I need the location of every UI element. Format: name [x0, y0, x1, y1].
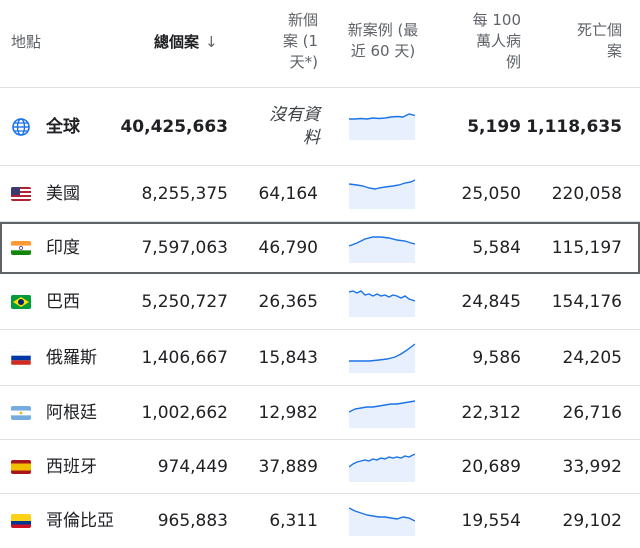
header-new-cases[interactable]: 新個 案 (1 天*) [248, 10, 318, 73]
header-deaths-line2: 案 [606, 42, 622, 60]
country-name: 阿根廷 [46, 403, 97, 423]
global-new-cases: 沒有資 料 [269, 104, 320, 150]
total-cases: 1,002,662 [141, 403, 228, 423]
country-row-spain[interactable]: 西班牙 974,449 37,889 20,689 33,992 [0, 440, 640, 494]
header-new-cases-line3: 天*) [289, 53, 318, 71]
global-row[interactable]: 全球 40,425,663 沒有資 料 5,199 1,118,635 [0, 88, 640, 166]
header-total-cases-label: 總個案 [154, 33, 200, 51]
total-cases: 1,406,667 [141, 348, 228, 368]
total-cases: 974,449 [157, 457, 228, 477]
cases-per-million: 25,050 [461, 184, 521, 204]
argentina-flag-icon [11, 406, 31, 420]
new-cases: 46,790 [258, 238, 318, 258]
deaths: 115,197 [551, 238, 622, 258]
trend-sparkline [349, 400, 415, 428]
cases-per-million: 5,584 [472, 238, 521, 258]
header-trend[interactable]: 新案例 (最 近 60 天) [340, 20, 426, 62]
trend-sparkline [349, 290, 415, 317]
cases-per-million: 19,554 [461, 511, 521, 531]
country-name: 巴西 [46, 292, 80, 312]
header-new-cases-line2: 案 (1 [282, 32, 318, 50]
trend-sparkline [349, 507, 415, 536]
globe-icon [12, 118, 30, 136]
trend-sparkline [349, 453, 415, 482]
cases-per-million: 22,312 [461, 403, 521, 423]
colombia-flag-icon [11, 514, 31, 528]
new-cases: 12,982 [258, 403, 318, 423]
global-total: 40,425,663 [120, 117, 228, 137]
brazil-flag-icon [11, 295, 31, 309]
header-per-million[interactable]: 每 100 萬人病 例 [451, 10, 521, 73]
total-cases: 8,255,375 [141, 184, 228, 204]
header-total-cases[interactable]: 總個案 ↓ [154, 32, 218, 53]
country-row-brazil[interactable]: 巴西 5,250,727 26,365 24,845 154,176 [0, 274, 640, 330]
total-cases: 7,597,063 [141, 238, 228, 258]
country-row-india[interactable]: 印度 7,597,063 46,790 5,584 115,197 [0, 222, 640, 274]
country-row-argentina[interactable]: 阿根廷 1,002,662 12,982 22,312 26,716 [0, 386, 640, 440]
global-per-million: 5,199 [467, 117, 521, 137]
country-name: 美國 [46, 184, 80, 204]
total-cases: 965,883 [157, 511, 228, 531]
new-cases: 6,311 [269, 511, 318, 531]
global-trend-sparkline [349, 113, 415, 140]
country-name: 俄羅斯 [46, 348, 97, 368]
spain-flag-icon [11, 460, 31, 474]
trend-sparkline [349, 179, 415, 209]
new-cases: 64,164 [258, 184, 318, 204]
header-per-million-line3: 例 [505, 53, 521, 71]
deaths: 220,058 [551, 184, 622, 204]
deaths: 24,205 [562, 348, 622, 368]
cases-per-million: 24,845 [461, 292, 521, 312]
new-cases: 15,843 [258, 348, 318, 368]
covid-stats-table: 地點 總個案 ↓ 新個 案 (1 天*) 新案例 (最 近 60 天) 每 100… [0, 0, 640, 548]
global-name: 全球 [46, 117, 80, 137]
country-name: 印度 [46, 238, 80, 258]
cases-per-million: 9,586 [472, 348, 521, 368]
header-trend-line1: 新案例 (最 [347, 21, 419, 39]
country-row-colombia[interactable]: 哥倫比亞 965,883 6,311 19,554 29,102 [0, 494, 640, 548]
india-flag-icon [11, 241, 31, 255]
trend-sparkline [349, 343, 415, 373]
sort-down-icon: ↓ [205, 33, 218, 51]
new-cases: 26,365 [258, 292, 318, 312]
header-trend-line2: 近 60 天) [350, 42, 416, 60]
total-cases: 5,250,727 [141, 292, 228, 312]
table-header: 地點 總個案 ↓ 新個 案 (1 天*) 新案例 (最 近 60 天) 每 100… [0, 0, 640, 88]
header-new-cases-line1: 新個 [287, 11, 318, 29]
deaths: 33,992 [562, 457, 622, 477]
header-deaths-line1: 死亡個 [576, 21, 622, 39]
deaths: 154,176 [551, 292, 622, 312]
header-deaths[interactable]: 死亡個 案 [552, 20, 622, 62]
russia-flag-icon [11, 351, 31, 365]
header-per-million-line2: 萬人病 [475, 32, 521, 50]
global-new-nodata-line2: 料 [303, 128, 320, 148]
header-per-million-line1: 每 100 [472, 11, 521, 29]
header-location[interactable]: 地點 [11, 32, 41, 53]
global-new-nodata-line1: 沒有資 [269, 105, 320, 125]
global-deaths: 1,118,635 [526, 117, 622, 137]
country-name: 西班牙 [46, 457, 97, 477]
country-row-russia[interactable]: 俄羅斯 1,406,667 15,843 9,586 24,205 [0, 330, 640, 386]
new-cases: 37,889 [258, 457, 318, 477]
cases-per-million: 20,689 [461, 457, 521, 477]
deaths: 26,716 [562, 403, 622, 423]
trend-sparkline [349, 236, 415, 263]
deaths: 29,102 [562, 511, 622, 531]
us-flag-icon [11, 187, 31, 201]
country-name: 哥倫比亞 [46, 511, 114, 531]
country-row-us[interactable]: 美國 8,255,375 64,164 25,050 220,058 [0, 166, 640, 222]
